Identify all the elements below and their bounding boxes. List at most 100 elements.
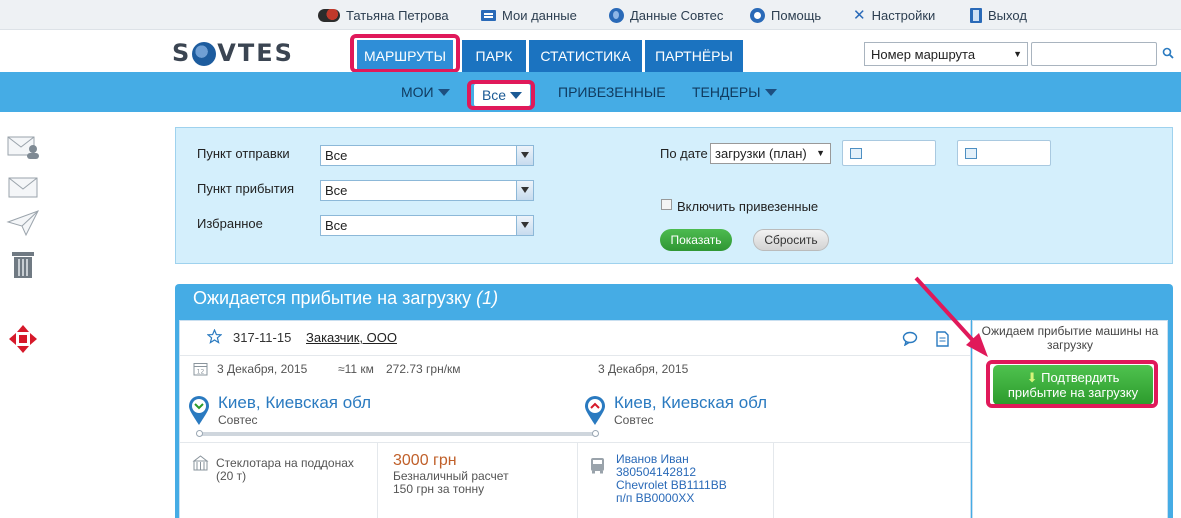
- card-divider: [180, 355, 970, 356]
- my-data-link[interactable]: Мои данные: [481, 6, 577, 24]
- date-to-input[interactable]: [957, 140, 1051, 166]
- reset-button[interactable]: Сбросить: [753, 229, 829, 251]
- logo-text: VTES: [217, 39, 294, 67]
- tab-routes[interactable]: Маршруты: [357, 40, 453, 72]
- id-card-icon: [481, 9, 496, 21]
- subnav-tenders-label: Тендеры: [692, 84, 761, 100]
- tools-icon: ✕: [853, 6, 866, 24]
- dropdown-arrow-icon: [516, 216, 533, 235]
- settings-label: Настройки: [871, 7, 936, 23]
- results-title: Ожидается прибытие на загрузку (1): [193, 288, 498, 309]
- truck-icon: [591, 458, 604, 474]
- show-button[interactable]: Показать: [660, 229, 732, 251]
- load-date: 3 Декабря, 2015: [217, 362, 308, 376]
- document-icon[interactable]: [936, 331, 949, 347]
- departure-label: Пункт отправки: [197, 146, 290, 161]
- cargo-description: Стеклотара на поддонах: [216, 456, 354, 470]
- chevron-down-icon: [764, 88, 777, 96]
- results-count: (1): [476, 288, 499, 308]
- cargo-weight: (20 т): [216, 469, 247, 483]
- calendar-icon[interactable]: [965, 148, 977, 159]
- sovtes-data-label: Данные Совтес: [630, 7, 724, 23]
- logout-label: Выход: [988, 7, 1027, 23]
- tab-partners[interactable]: Партнёры: [645, 40, 743, 72]
- subnav-delivered[interactable]: Привезенные: [558, 84, 666, 100]
- departure-select[interactable]: Все: [320, 145, 534, 166]
- arrival-value: Все: [325, 183, 348, 198]
- vehicle-info: Chevrolet BB1111BB: [616, 478, 727, 492]
- help-link[interactable]: Помощь: [750, 6, 821, 24]
- my-data-label: Мои данные: [502, 7, 577, 23]
- route-search-type-value: Номер маршрута: [871, 47, 976, 62]
- payment-type: Безналичный расчет: [393, 469, 509, 483]
- subnav-delivered-label: Привезенные: [558, 84, 666, 100]
- trash-icon[interactable]: [6, 249, 40, 279]
- departure-pin-icon: [189, 396, 209, 425]
- subnav-all-label: Все: [481, 87, 507, 103]
- column-divider: [773, 443, 774, 518]
- date-from-input[interactable]: [842, 140, 936, 166]
- tab-park[interactable]: Парк: [462, 40, 526, 72]
- mail-icon[interactable]: [6, 172, 40, 202]
- calendar-icon: 12: [193, 363, 208, 376]
- confirm-button-line2: прибытие на загрузку: [1007, 385, 1139, 400]
- user-profile-link[interactable]: Татьяна Петрова: [318, 6, 449, 24]
- chevron-down-icon: [437, 88, 450, 96]
- departure-value: Все: [325, 148, 348, 163]
- nova-poshta-icon[interactable]: [6, 324, 40, 354]
- contact-mail-icon[interactable]: [6, 132, 40, 162]
- sub-navigation: Мои Привезенные Тендеры: [0, 72, 1181, 112]
- confirm-arrival-button[interactable]: ⬇ Подтвердить прибытие на загрузку: [993, 365, 1153, 405]
- customer-link[interactable]: Заказчик, ООО: [306, 330, 397, 345]
- send-icon[interactable]: [6, 208, 40, 238]
- arrival-company: Совтес: [614, 413, 654, 427]
- route-progress-track: [199, 432, 596, 436]
- departure-dot: [196, 430, 203, 437]
- subnav-mine-label: Мои: [401, 84, 434, 100]
- dropdown-arrow-icon: ▼: [816, 148, 825, 158]
- subnav-mine[interactable]: Мои: [401, 84, 450, 100]
- chevron-down-icon: [510, 91, 523, 99]
- subnav-all[interactable]: Все: [474, 84, 530, 106]
- date-type-select[interactable]: загрузки (план) ▼: [710, 143, 831, 164]
- user-avatar-icon: [318, 8, 340, 22]
- user-name: Татьяна Петрова: [346, 7, 449, 23]
- departure-company: Совтес: [218, 413, 258, 427]
- column-divider: [577, 443, 578, 518]
- route-distance: ≈11 км: [338, 362, 374, 376]
- lifebuoy-icon: [750, 7, 765, 23]
- sovtes-data-link[interactable]: Данные Совтес: [609, 6, 723, 24]
- dropdown-arrow-icon: ▼: [1013, 49, 1022, 59]
- dropdown-arrow-icon: [516, 146, 533, 165]
- logout-link[interactable]: Выход: [970, 6, 1027, 24]
- date-type-value: загрузки (план): [715, 146, 807, 161]
- departure-city: Киев, Киевская обл: [218, 393, 372, 412]
- status-text: Ожидаем прибытие машины на загрузку: [981, 324, 1159, 352]
- route-price: 3000 грн: [393, 452, 457, 469]
- calendar-icon[interactable]: [850, 148, 862, 159]
- sovtes-logo[interactable]: S VTES: [172, 39, 294, 67]
- subnav-tenders[interactable]: Тендеры: [692, 84, 777, 100]
- search-icon[interactable]: [1162, 47, 1174, 59]
- trailer-info: п/п BB0000XX: [616, 491, 695, 505]
- confirm-arrival-label-1: ⬇ Подтвердить: [993, 370, 1153, 385]
- favorites-label: Избранное: [197, 216, 263, 231]
- date-filter-label: По дате: [660, 146, 708, 161]
- driver-name-link[interactable]: Иванов Иван: [616, 452, 689, 466]
- cargo-pallet-icon: [192, 455, 209, 471]
- route-search-input[interactable]: [1031, 42, 1157, 66]
- arrival-select[interactable]: Все: [320, 180, 534, 201]
- favorite-star-icon[interactable]: [207, 329, 222, 344]
- comment-icon[interactable]: [902, 331, 918, 346]
- favorites-select[interactable]: Все: [320, 215, 534, 236]
- route-id: 317-11-15: [233, 330, 292, 345]
- top-bar: Татьяна Петрова Мои данные Данные Совтес…: [0, 0, 1181, 30]
- route-search-type-select[interactable]: Номер маршрута ▼: [864, 42, 1028, 66]
- tab-statistics[interactable]: Статистика: [529, 40, 642, 72]
- include-delivered-checkbox[interactable]: [661, 199, 672, 210]
- results-title-text: Ожидается прибытие на загрузку: [193, 288, 472, 308]
- arrow-down-icon: ⬇: [1026, 370, 1038, 385]
- help-label: Помощь: [771, 7, 822, 23]
- arrival-city: Киев, Киевская обл: [614, 393, 768, 412]
- settings-link[interactable]: ✕ Настройки: [853, 6, 935, 24]
